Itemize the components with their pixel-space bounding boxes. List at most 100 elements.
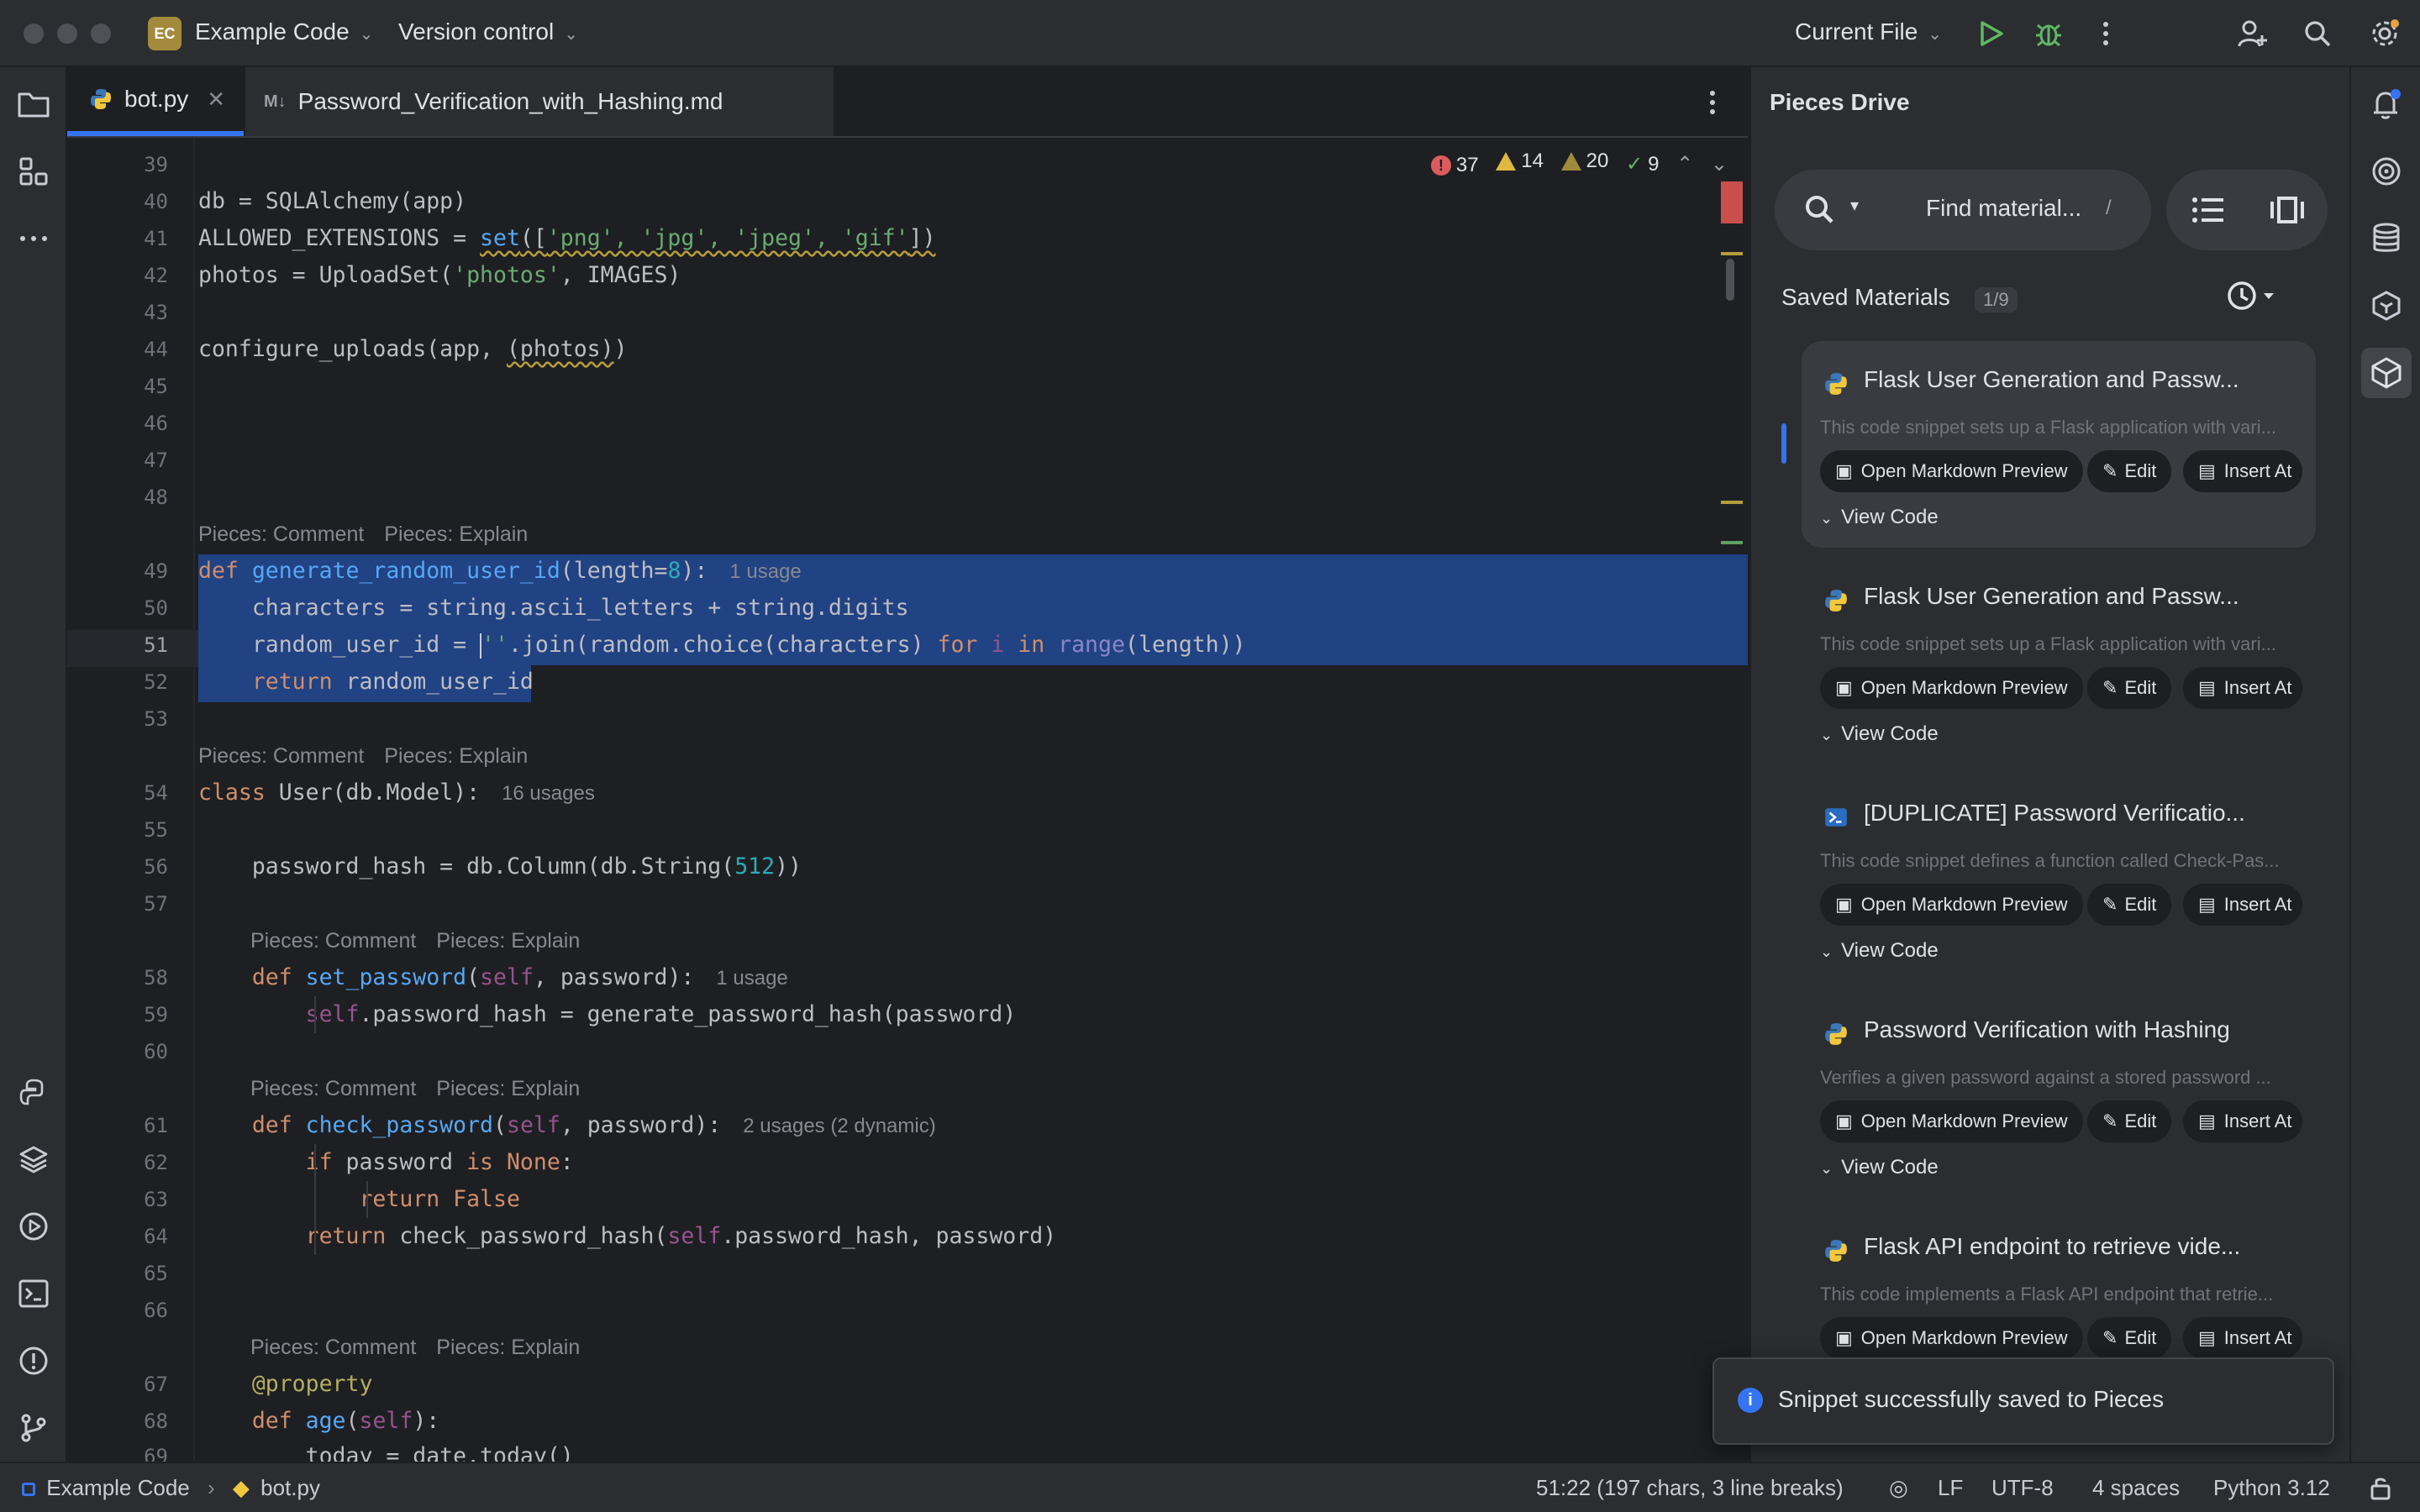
open-markdown-preview-button[interactable]: ▣ Open Markdown Preview	[1820, 450, 2083, 492]
usages-hint[interactable]: 1 usage	[729, 560, 801, 583]
file-encoding[interactable]: UTF-8	[1991, 1475, 2054, 1501]
editor-scrollbar[interactable]	[1726, 259, 1734, 301]
project-badge[interactable]: EC	[148, 17, 182, 50]
tab-bot-py[interactable]: bot.py ✕	[67, 67, 244, 136]
material-card[interactable]: Flask User Generation and Passw... This …	[1802, 341, 2316, 548]
tab-more-icon[interactable]	[1694, 84, 1731, 121]
pieces-drive-icon[interactable]	[2361, 348, 2412, 398]
pieces-copilot-icon[interactable]	[2368, 287, 2405, 324]
close-window-button[interactable]	[24, 24, 44, 44]
edit-button[interactable]: ✎ Edit	[2087, 450, 2172, 492]
previous-highlight-icon[interactable]: ⌃	[1676, 152, 1693, 176]
python-packages-icon[interactable]	[15, 1074, 52, 1110]
indent-setting[interactable]: 4 spaces	[2092, 1475, 2180, 1501]
material-card[interactable]: [DUPLICATE] Password Verificatio... This…	[1802, 774, 2316, 981]
pieces-comment-link[interactable]: Pieces: Comment	[250, 1336, 416, 1359]
structure-icon[interactable]	[15, 153, 52, 190]
ai-assistant-icon[interactable]	[2368, 153, 2405, 190]
search-bar[interactable]: ▾ Find material... /	[1775, 170, 2151, 250]
pieces-explain-link[interactable]: Pieces: Explain	[436, 1336, 580, 1359]
insert-at-button[interactable]: ▤ Insert At	[2183, 1317, 2302, 1359]
edit-button[interactable]: ✎ Edit	[2087, 884, 2172, 926]
run-config-selector[interactable]: Current File ⌄	[1795, 18, 1942, 45]
card-title[interactable]: Flask User Generation and Passw...	[1864, 583, 2239, 610]
tab-markdown[interactable]: M↓ Password_Verification_with_Hashing.md	[245, 67, 834, 136]
weak-warning-count[interactable]: 20	[1560, 150, 1608, 173]
run-icon[interactable]	[1973, 15, 2010, 52]
layers-icon[interactable]	[15, 1141, 52, 1178]
usages-hint[interactable]: 1 usage	[716, 967, 787, 990]
vcs-menu[interactable]: Version control ⌄	[398, 18, 578, 45]
warning-stripe-marker[interactable]	[1721, 501, 1743, 504]
services-run-icon[interactable]	[15, 1208, 52, 1245]
add-user-icon[interactable]	[2233, 15, 2270, 52]
terminal-icon[interactable]	[15, 1275, 52, 1312]
settings-gear-icon[interactable]	[2366, 15, 2403, 52]
caret-position[interactable]: 51:22 (197 chars, 3 line breaks)	[1536, 1475, 1844, 1501]
warning-count[interactable]: 14	[1496, 150, 1544, 173]
debug-icon[interactable]	[2030, 15, 2067, 52]
insert-at-button[interactable]: ▤ Insert At	[2183, 884, 2302, 926]
git-branch-icon[interactable]	[15, 1410, 52, 1446]
card-title[interactable]: Password Verification with Hashing	[1864, 1016, 2230, 1043]
project-selector[interactable]: Example Code ⌄	[195, 18, 373, 45]
more-actions-icon[interactable]	[2087, 15, 2124, 52]
python-interpreter[interactable]: Python 3.12	[2213, 1475, 2330, 1501]
edit-button[interactable]: ✎ Edit	[2087, 1317, 2172, 1359]
problems-icon[interactable]	[15, 1342, 52, 1379]
ok-stripe-marker[interactable]	[1721, 541, 1743, 544]
open-markdown-preview-button[interactable]: ▣ Open Markdown Preview	[1820, 667, 2083, 709]
lock-icon[interactable]	[2368, 1475, 2393, 1506]
search-icon[interactable]	[1803, 193, 1837, 231]
search-filter-dropdown-icon[interactable]: ▾	[1850, 195, 1859, 216]
more-tools-icon[interactable]	[15, 220, 52, 257]
line-separator[interactable]: LF	[1938, 1475, 1963, 1501]
edit-button[interactable]: ✎ Edit	[2087, 1100, 2172, 1142]
pieces-comment-link[interactable]: Pieces: Comment	[250, 1077, 416, 1100]
list-view-icon[interactable]	[2191, 195, 2225, 229]
card-title[interactable]: Flask User Generation and Passw...	[1864, 366, 2239, 393]
code-editor[interactable]: ! 37 14 20 ✓ 9 ⌃ ⌄ 39 40 41 42 43 44 45 46…	[67, 138, 1748, 1462]
search-input[interactable]: Find material...	[1926, 195, 2081, 222]
database-icon[interactable]	[2368, 220, 2405, 257]
open-markdown-preview-button[interactable]: ▣ Open Markdown Preview	[1820, 1100, 2083, 1142]
search-icon[interactable]	[2299, 15, 2336, 52]
usages-hint[interactable]: 2 usages (2 dynamic)	[743, 1115, 935, 1137]
edit-button[interactable]: ✎ Edit	[2087, 667, 2172, 709]
pieces-comment-link[interactable]: Pieces: Comment	[250, 929, 416, 953]
close-tab-icon[interactable]: ✕	[207, 87, 225, 113]
pieces-explain-link[interactable]: Pieces: Explain	[384, 522, 528, 546]
zoom-window-button[interactable]	[91, 24, 111, 44]
card-title[interactable]: Flask API endpoint to retrieve vide...	[1864, 1233, 2240, 1260]
breadcrumb-file[interactable]: bot.py	[260, 1475, 320, 1500]
open-markdown-preview-button[interactable]: ▣ Open Markdown Preview	[1820, 1317, 2083, 1359]
warning-stripe-marker[interactable]	[1721, 252, 1743, 255]
card-title[interactable]: [DUPLICATE] Password Verificatio...	[1864, 800, 2245, 827]
usages-hint[interactable]: 16 usages	[502, 782, 595, 805]
open-markdown-preview-button[interactable]: ▣ Open Markdown Preview	[1820, 884, 2083, 926]
notifications-bell-icon[interactable]	[2368, 86, 2405, 123]
pieces-comment-link[interactable]: Pieces: Comment	[198, 744, 364, 768]
next-highlight-icon[interactable]: ⌄	[1711, 152, 1728, 176]
pieces-explain-link[interactable]: Pieces: Explain	[384, 744, 528, 768]
error-stripe-marker[interactable]	[1721, 181, 1743, 223]
material-card[interactable]: Flask User Generation and Passw... This …	[1802, 558, 2316, 764]
breadcrumb-project[interactable]: Example Code	[46, 1475, 190, 1500]
pieces-comment-link[interactable]: Pieces: Comment	[198, 522, 364, 546]
project-folder-icon[interactable]	[15, 86, 52, 123]
insert-at-button[interactable]: ▤ Insert At	[2183, 450, 2302, 492]
insert-at-button[interactable]: ▤ Insert At	[2183, 1100, 2302, 1142]
ok-count[interactable]: ✓ 9	[1626, 152, 1659, 176]
insert-at-button[interactable]: ▤ Insert At	[2183, 667, 2302, 709]
view-code-toggle[interactable]: ⌄ View Code	[1820, 506, 1939, 529]
material-card[interactable]: Password Verification with Hashing Verif…	[1802, 991, 2316, 1198]
recent-sort-icon[interactable]	[2227, 279, 2277, 317]
minimize-window-button[interactable]	[57, 24, 77, 44]
error-count[interactable]: ! 37	[1430, 154, 1479, 177]
pieces-explain-link[interactable]: Pieces: Explain	[436, 929, 580, 953]
ai-status-icon[interactable]: ◎	[1889, 1475, 1908, 1501]
view-code-toggle[interactable]: ⌄ View Code	[1820, 722, 1939, 746]
notification-toast[interactable]: i Snippet successfully saved to Pieces	[1712, 1357, 2334, 1445]
view-code-toggle[interactable]: ⌄ View Code	[1820, 939, 1939, 963]
view-code-toggle[interactable]: ⌄ View Code	[1820, 1156, 1939, 1179]
